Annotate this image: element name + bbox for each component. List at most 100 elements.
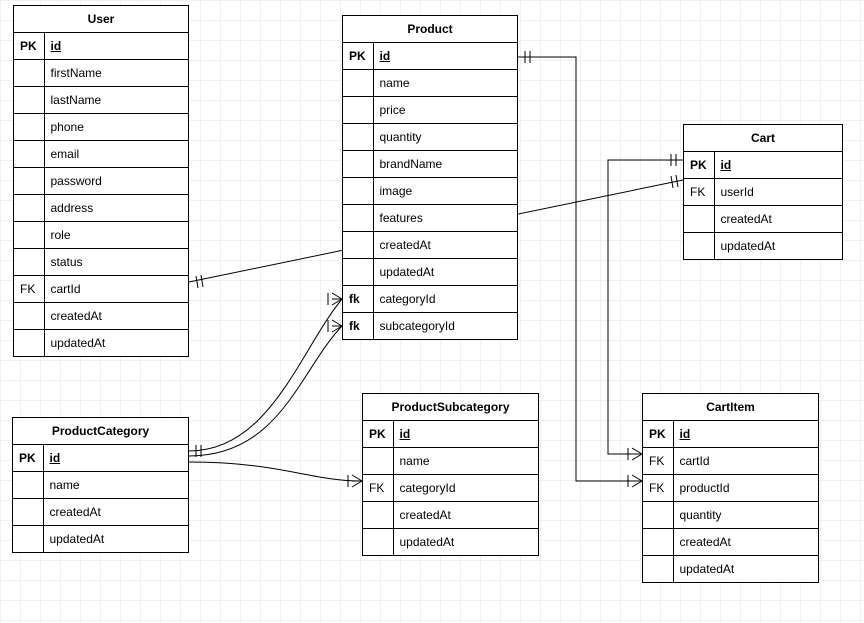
field-name: cartId	[51, 282, 81, 296]
field-name: lastName	[51, 93, 102, 107]
key-cell	[343, 124, 373, 151]
table-row: phone	[14, 114, 188, 141]
table-row: PKid	[643, 421, 818, 448]
field-name: phone	[51, 120, 84, 134]
key-cell	[343, 70, 373, 97]
field-name: id	[380, 49, 391, 63]
key-cell	[13, 472, 43, 499]
key-cell	[14, 114, 44, 141]
field-cell: subcategoryId	[373, 313, 517, 340]
entity-user[interactable]: UserPKidfirstNamelastNamephoneemailpassw…	[13, 5, 189, 357]
field-name: userId	[721, 185, 754, 199]
table-row: role	[14, 222, 188, 249]
entity-productSubcategory[interactable]: ProductSubcategoryPK id name FKcategoryIdcr…	[362, 393, 539, 556]
field-cell: id	[43, 445, 188, 472]
field-cell: name	[393, 448, 538, 475]
field-name: image	[380, 184, 413, 198]
field-cell: email	[44, 141, 188, 168]
table-row: updatedAt	[643, 556, 818, 583]
field-name: createdAt	[680, 535, 731, 549]
field-cell: quantity	[373, 124, 517, 151]
table-row: updatedAt	[363, 529, 538, 556]
field-name: status	[51, 255, 83, 269]
key-cell	[14, 87, 44, 114]
field-cell: quantity	[673, 502, 818, 529]
field-cell: status	[44, 249, 188, 276]
entity-title: ProductSubcategory	[363, 394, 538, 420]
field-cell: updatedAt	[393, 529, 538, 556]
entity-cart[interactable]: CartPKidFKuserIdcreatedAtupdatedAt	[683, 124, 843, 260]
table-row: quantity	[643, 502, 818, 529]
field-name: id	[400, 427, 411, 441]
field-cell: createdAt	[43, 499, 188, 526]
field-name: firstName	[51, 66, 102, 80]
field-name: name	[400, 454, 430, 468]
field-name: brandName	[380, 157, 443, 171]
field-name: createdAt	[51, 309, 102, 323]
table-row: FKproductId	[643, 475, 818, 502]
table-row: updatedAt	[684, 233, 842, 260]
key-cell	[13, 526, 43, 553]
key-cell	[14, 60, 44, 87]
entity-title: Product	[343, 16, 517, 42]
key-cell: FK	[363, 475, 393, 502]
field-name: name	[380, 76, 410, 90]
table-row: createdAt	[684, 206, 842, 233]
field-cell: createdAt	[714, 206, 842, 233]
table-row: PKid	[343, 43, 517, 70]
key-cell	[13, 499, 43, 526]
table-row: features	[343, 205, 517, 232]
table-row: fksubcategoryId	[343, 313, 517, 340]
field-cell: updatedAt	[714, 233, 842, 260]
table-row: updatedAt	[343, 259, 517, 286]
table-row: PK id	[363, 421, 538, 448]
table-row: email	[14, 141, 188, 168]
table-row: createdAt	[643, 529, 818, 556]
key-cell	[684, 233, 714, 260]
field-name: updatedAt	[51, 336, 106, 350]
entity-productCategory[interactable]: ProductCategoryPKidnamecreatedAtupdatedA…	[12, 417, 189, 553]
key-cell	[343, 151, 373, 178]
key-cell	[14, 303, 44, 330]
table-row: FKcategoryId	[363, 475, 538, 502]
field-name: price	[380, 103, 406, 117]
table-row: FK userId	[684, 179, 842, 206]
field-cell: categoryId	[373, 286, 517, 313]
field-name: role	[51, 228, 71, 242]
entity-rows: PK id name FKcategoryIdcreatedAt updatedAt	[363, 420, 538, 555]
key-cell	[343, 97, 373, 124]
key-cell	[14, 222, 44, 249]
field-name: quantity	[680, 508, 722, 522]
field-name: createdAt	[50, 505, 101, 519]
field-name: updatedAt	[400, 535, 455, 549]
field-cell: updatedAt	[43, 526, 188, 553]
field-name: id	[50, 451, 61, 465]
key-cell: FK	[684, 179, 714, 206]
key-cell	[343, 259, 373, 286]
table-row: updatedAt	[14, 330, 188, 357]
rel-category-product	[189, 299, 342, 451]
key-cell: PK	[684, 152, 714, 179]
key-cell	[363, 502, 393, 529]
table-row: status	[14, 249, 188, 276]
field-cell: updatedAt	[673, 556, 818, 583]
field-name: id	[721, 158, 732, 172]
field-cell: createdAt	[673, 529, 818, 556]
field-cell: updatedAt	[373, 259, 517, 286]
entity-cartItem[interactable]: CartItemPKidFKcartIdFKproductIdquantityc…	[642, 393, 819, 583]
field-cell: id	[673, 421, 818, 448]
table-row: createdAt	[343, 232, 517, 259]
field-cell: createdAt	[393, 502, 538, 529]
key-cell	[343, 178, 373, 205]
field-name: features	[380, 211, 423, 225]
key-cell	[343, 205, 373, 232]
table-row: createdAt	[13, 499, 188, 526]
key-cell: fk	[343, 313, 373, 340]
table-row: fkcategoryId	[343, 286, 517, 313]
key-cell: PK	[363, 421, 393, 448]
table-row: image	[343, 178, 517, 205]
entity-product[interactable]: ProductPKid name price quantity brandName ima…	[342, 15, 518, 340]
field-name: productId	[680, 481, 730, 495]
key-cell	[643, 529, 673, 556]
entity-title: User	[14, 6, 188, 32]
